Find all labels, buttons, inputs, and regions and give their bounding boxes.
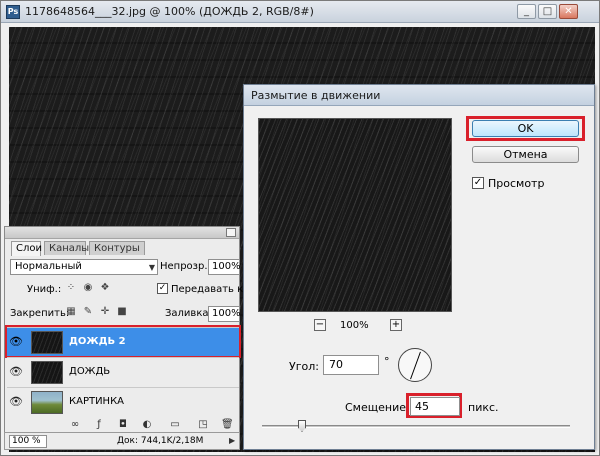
layer-thumbnail xyxy=(31,361,63,384)
layer-row[interactable]: 👁 КАРТИНКА xyxy=(7,387,239,416)
offset-slider-track[interactable] xyxy=(262,425,570,428)
lock-pixels-icon[interactable]: ✎ xyxy=(82,306,94,318)
maximize-button[interactable]: □ xyxy=(538,4,557,19)
document-info: Док: 744,1K/2,18M xyxy=(117,436,204,446)
unify-position-icon[interactable]: ⁘ xyxy=(65,282,77,294)
document-title: 1178648564___32.jpg @ 100% (ДОЖДЬ 2, RGB… xyxy=(25,5,314,18)
eye-icon[interactable]: 👁 xyxy=(9,335,23,349)
close-button[interactable]: ✕ xyxy=(559,4,578,19)
layer-name: КАРТИНКА xyxy=(69,396,125,407)
offset-input[interactable]: 45 xyxy=(410,397,460,416)
eye-icon[interactable]: 👁 xyxy=(9,365,23,379)
angle-dial[interactable] xyxy=(398,348,432,382)
blend-mode-value: Нормальный xyxy=(15,261,82,272)
preview-zoom-value: 100% xyxy=(340,320,369,331)
status-bar: 100 % Док: 744,1K/2,18M ▶ xyxy=(4,432,240,450)
ok-button[interactable]: OK xyxy=(472,120,579,137)
lock-position-icon[interactable]: ✛ xyxy=(99,306,111,318)
dialog-title: Размытие в движении xyxy=(251,89,381,102)
new-layer-icon[interactable]: ◳ xyxy=(197,419,209,431)
opacity-input[interactable]: 100% xyxy=(208,259,241,275)
zoom-in-button[interactable]: + xyxy=(390,319,402,331)
layer-row[interactable]: 👁 ДОЖДЬ 2 xyxy=(5,325,241,358)
eye-icon[interactable]: 👁 xyxy=(9,395,23,409)
unify-label: Униф.: xyxy=(27,284,62,295)
panel-menu-icon[interactable] xyxy=(226,228,236,237)
layers-panel: Слои Каналы Контуры Нормальный ▼ Непрозр… xyxy=(4,226,263,450)
cancel-button[interactable]: Отмена xyxy=(472,146,579,163)
unify-style-icon[interactable]: ❖ xyxy=(99,282,111,294)
layer-thumbnail xyxy=(31,331,63,354)
tab-layers[interactable]: Слои xyxy=(11,241,42,256)
zoom-input[interactable]: 100 % xyxy=(9,435,47,448)
layer-thumbnail xyxy=(31,391,63,414)
lock-label: Закрепить: xyxy=(10,308,70,319)
fill-input[interactable]: 100% xyxy=(208,306,241,322)
folder-icon[interactable]: ▭ xyxy=(169,419,181,431)
layer-name: ДОЖДЬ 2 xyxy=(69,336,126,347)
opacity-label: Непрозр.: xyxy=(160,261,211,272)
mask-icon[interactable]: ◘ xyxy=(117,419,129,431)
offset-slider-thumb[interactable] xyxy=(298,420,306,432)
lock-transparency-icon[interactable]: ▦ xyxy=(65,306,77,318)
adjustment-icon[interactable]: ◐ xyxy=(141,419,153,431)
layers-panel-footer: ∞ ƒ ◘ ◐ ▭ ◳ 🗑 xyxy=(7,419,239,432)
panel-header[interactable] xyxy=(5,227,239,239)
offset-label: Смещение: xyxy=(345,401,410,414)
chevron-right-icon[interactable]: ▶ xyxy=(229,436,235,445)
angle-needle xyxy=(410,351,421,380)
degree-label: ° xyxy=(384,355,390,368)
angle-label: Угол: xyxy=(289,360,319,373)
tab-paths[interactable]: Контуры xyxy=(89,241,145,255)
document-titlebar[interactable]: Ps 1178648564___32.jpg @ 100% (ДОЖДЬ 2, … xyxy=(1,1,599,23)
offset-unit-label: пикс. xyxy=(468,401,499,414)
trash-icon[interactable]: 🗑 xyxy=(221,419,234,431)
fill-label: Заливка: xyxy=(165,308,212,319)
preview-checkbox[interactable]: ✓ xyxy=(472,177,484,189)
tab-channels[interactable]: Каналы xyxy=(44,241,89,255)
blur-preview[interactable] xyxy=(258,118,452,312)
chevron-down-icon: ▼ xyxy=(148,263,155,272)
propagate-frame-checkbox[interactable]: ✓ xyxy=(157,283,168,294)
preview-label: Просмотр xyxy=(488,177,545,190)
motion-blur-dialog: Размытие в движении − 100% + OK Отмена ✓… xyxy=(243,84,595,450)
minimize-button[interactable]: _ xyxy=(517,4,536,19)
unify-visibility-icon[interactable]: ◉ xyxy=(82,282,94,294)
fx-icon[interactable]: ƒ xyxy=(93,419,105,431)
dialog-titlebar[interactable]: Размытие в движении xyxy=(244,85,594,106)
layer-row[interactable]: 👁 ДОЖДЬ xyxy=(7,357,239,386)
zoom-out-button[interactable]: − xyxy=(314,319,326,331)
photoshop-app-icon: Ps xyxy=(6,5,20,19)
blend-mode-select[interactable]: Нормальный ▼ xyxy=(10,259,158,275)
link-icon[interactable]: ∞ xyxy=(69,419,81,431)
layer-name: ДОЖДЬ xyxy=(69,366,111,377)
angle-input[interactable]: 70 xyxy=(323,355,379,375)
lock-all-icon[interactable]: ■ xyxy=(116,306,128,318)
